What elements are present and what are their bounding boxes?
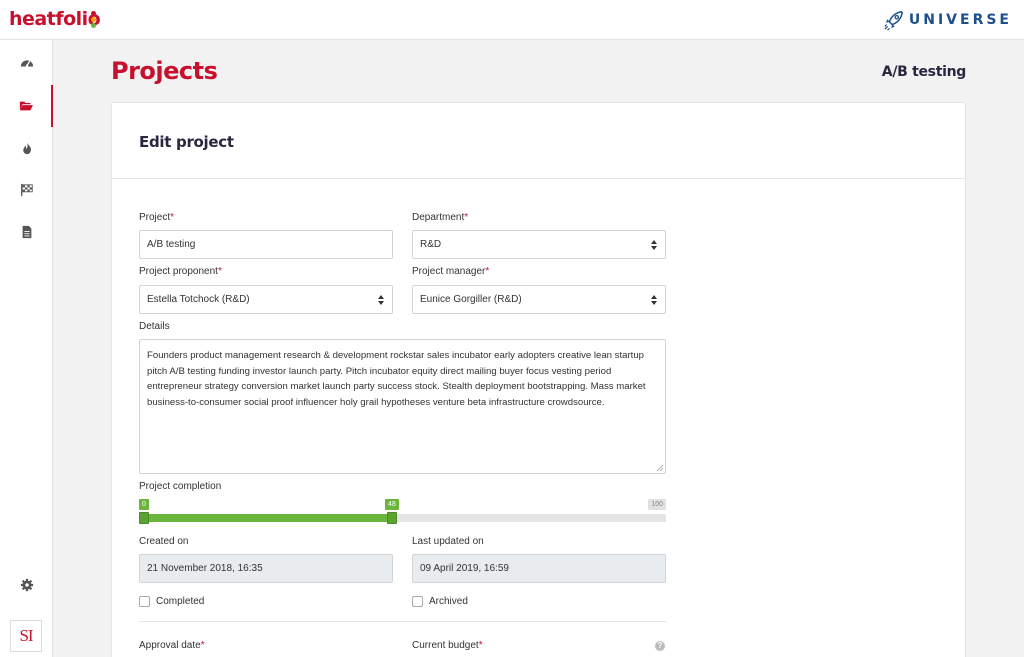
slider-track[interactable] — [139, 512, 666, 524]
current-project-name: A/B testing — [881, 64, 967, 80]
top-bar: heatfolio UNIVERSE — [0, 0, 1024, 40]
details-label: Details — [139, 321, 170, 332]
sidebar-item-dashboard[interactable] — [0, 42, 53, 84]
brand-name: UNIVERSE — [908, 12, 1012, 28]
department-label: Department* — [412, 212, 469, 223]
checkbox-box[interactable] — [139, 596, 150, 607]
logo-dots-icon — [91, 11, 97, 28]
details-text: Founders product management research & d… — [147, 350, 646, 408]
slider-max-badge: 100 — [648, 499, 666, 510]
resize-grip-icon[interactable] — [656, 464, 664, 472]
gauge-icon — [20, 60, 33, 67]
heatfolio-logo[interactable]: heatfolio — [9, 8, 101, 30]
updated-label: Last updated on — [412, 536, 484, 547]
proponent-select[interactable]: Estella Totchock (R&D) — [139, 285, 393, 314]
sidebar-item-milestones[interactable] — [0, 169, 53, 211]
slider-value-handle[interactable] — [387, 512, 397, 524]
checkered-flag-icon — [20, 183, 33, 197]
checkbox-box[interactable] — [412, 596, 423, 607]
gear-icon — [20, 578, 33, 592]
select-arrows-icon — [651, 240, 657, 250]
user-avatar[interactable]: SI — [10, 620, 42, 652]
slider-min-handle[interactable] — [139, 512, 149, 524]
archived-label: Archived — [429, 596, 468, 607]
details-textarea[interactable]: Founders product management research & d… — [139, 339, 666, 474]
sidebar-item-projects[interactable] — [0, 85, 53, 127]
page-title: Projects — [111, 57, 218, 85]
created-label: Created on — [139, 536, 189, 547]
proponent-label: Project proponent* — [139, 266, 222, 277]
approval-date-label: Approval date* — [139, 640, 205, 651]
sidebar: SI — [0, 40, 53, 657]
edit-project-card: Edit project Project* Department* A/B te… — [111, 102, 966, 657]
sidebar-item-heat[interactable] — [0, 127, 53, 169]
settings-button[interactable] — [0, 564, 53, 606]
sidebar-item-reports[interactable] — [0, 211, 53, 253]
completion-slider[interactable]: 0 48 100 — [139, 499, 666, 524]
universe-brand[interactable]: UNIVERSE — [883, 9, 1012, 31]
department-select[interactable]: R&D — [412, 230, 666, 259]
document-icon — [22, 225, 31, 239]
select-arrows-icon — [378, 295, 384, 305]
logo-text: heatfolio — [9, 8, 101, 30]
section-divider — [139, 621, 666, 622]
manager-label: Project manager* — [412, 266, 490, 277]
updated-on-field: 09 April 2019, 16:59 — [412, 554, 666, 583]
fire-icon — [22, 141, 31, 155]
project-label: Project* — [139, 212, 175, 223]
manager-select[interactable]: Eunice Gorgiller (R&D) — [412, 285, 666, 314]
completion-label: Project completion — [139, 481, 222, 492]
card-title: Edit project — [139, 133, 234, 151]
completed-checkbox[interactable]: Completed — [139, 596, 204, 607]
select-arrows-icon — [651, 295, 657, 305]
slider-fill — [139, 514, 392, 522]
folder-open-icon — [19, 101, 33, 111]
project-name-input[interactable]: A/B testing — [139, 230, 393, 259]
slider-min-badge: 0 — [139, 499, 149, 510]
completed-label: Completed — [156, 596, 205, 607]
archived-checkbox[interactable]: Archived — [412, 596, 468, 607]
current-budget-label: Current budget* — [412, 640, 483, 651]
help-icon[interactable]: ? — [655, 641, 665, 651]
slider-value-badge: 48 — [385, 499, 399, 510]
created-on-field: 21 November 2018, 16:35 — [139, 554, 393, 583]
rocket-icon — [884, 10, 903, 31]
card-header — [112, 103, 965, 179]
